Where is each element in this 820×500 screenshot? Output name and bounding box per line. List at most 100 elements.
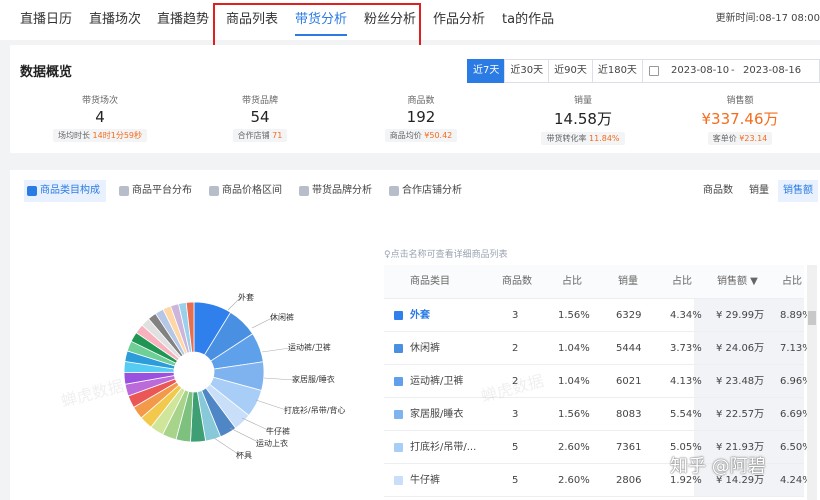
stat-sub: 带货转化率 11.84% <box>541 132 625 145</box>
subtab-label: 合作店铺分析 <box>402 185 462 196</box>
stat-sub-label: 带货转化率 <box>546 134 587 143</box>
source-credit: 知乎 @阿碧 <box>670 456 766 477</box>
tab-works-analysis[interactable]: 作品分析 <box>433 8 485 27</box>
category-swatch <box>394 377 403 386</box>
cell-sales: 6021 <box>616 376 642 387</box>
cell-count-pct: 2.60% <box>558 475 590 486</box>
col-category: 商品类目 <box>410 276 450 287</box>
category-name-link[interactable]: 休闲裤 <box>410 332 490 365</box>
overview-title: 数据概览 <box>20 65 73 80</box>
cell-count: 5 <box>512 475 519 486</box>
col-revenue-pct: 占比 <box>782 276 802 287</box>
subtab-label: 商品类目构成 <box>40 185 100 196</box>
category-name-link[interactable]: 运动裤/卫裤 <box>410 365 490 398</box>
stat-sub-label: 场均时长 <box>58 131 90 140</box>
col-sales[interactable]: 销量 <box>618 265 638 298</box>
cell-count-pct: 1.56% <box>558 310 590 321</box>
category-swatch <box>394 344 403 353</box>
cell-count-pct: 2.60% <box>558 442 590 453</box>
subtab-brand-analysis[interactable]: 带货品牌分析 <box>296 180 372 202</box>
table-scrollbar[interactable] <box>807 265 817 500</box>
table-row[interactable]: 家居服/睡衣 3 1.56% 8083 5.54% ¥ 22.57万 6.69% <box>384 398 812 431</box>
category-swatch <box>394 410 403 419</box>
tab-live-sessions[interactable]: 直播场次 <box>89 8 141 27</box>
subtab-platform-distribution[interactable]: 商品平台分布 <box>116 180 192 202</box>
stat-label: 销售额 <box>726 96 754 106</box>
table-row[interactable]: 外套 3 1.56% 6329 4.34% ¥ 29.99万 8.89% <box>384 299 812 332</box>
date-range-picker[interactable]: 2023-08-10 - 2023-08-16 <box>642 59 820 83</box>
stat-sub-label: 商品均价 <box>389 131 422 140</box>
subtab-shop-analysis[interactable]: 合作店铺分析 <box>386 180 462 202</box>
stat-label: 带货品牌 <box>241 96 278 106</box>
day-button-7[interactable]: 近7天 <box>467 59 506 83</box>
stat-value: 4 <box>95 108 105 126</box>
subtab-price-range[interactable]: 商品价格区间 <box>206 180 282 202</box>
stat-products: 商品数 192 商品均价 ¥50.42 <box>351 93 491 142</box>
cell-count: 5 <box>512 442 519 453</box>
stat-sub-label: 合作店铺 <box>237 131 270 140</box>
metric-product-count[interactable]: 商品数 <box>698 180 738 202</box>
money-bag-icon <box>209 186 219 196</box>
category-name-link[interactable]: 外套 <box>410 299 490 332</box>
tab-live-trend[interactable]: 直播趋势 <box>157 8 209 27</box>
cell-sales-pct: 3.73% <box>670 343 702 354</box>
pie-label[interactable]: 牛仔裤 <box>266 426 290 437</box>
stat-sessions: 带货场次 4 场均时长 14时1分59秒 <box>30 93 170 142</box>
pie-label[interactable]: 休闲裤 <box>270 312 294 323</box>
stat-label: 带货场次 <box>81 96 118 106</box>
store-icon <box>119 186 129 196</box>
cell-sales-pct: 4.13% <box>670 376 702 387</box>
overview-card: 数据概览 近7天 近30天 近90天 近180天 2023-08-10 - 20… <box>10 45 820 153</box>
table-row[interactable]: 休闲裤 2 1.04% 5444 3.73% ¥ 24.06万 7.13% <box>384 332 812 365</box>
pie-label[interactable]: 打底衫/吊带/背心 <box>284 405 345 416</box>
col-revenue-sort[interactable]: 销售额 ▼ <box>717 265 758 298</box>
category-swatch <box>394 443 403 452</box>
stat-value: 14.58万 <box>554 110 612 128</box>
stat-sub: 客单价 ¥23.14 <box>707 132 773 145</box>
cell-revenue: ¥ 23.48万 <box>716 376 765 387</box>
scroll-thumb[interactable] <box>808 311 816 325</box>
category-name-link[interactable]: 牛仔裤 <box>410 464 490 497</box>
pie-label[interactable]: 运动裤/卫裤 <box>288 342 331 353</box>
subtab-label: 商品平台分布 <box>132 185 192 196</box>
category-name-link[interactable]: 家居服/睡衣 <box>410 398 490 431</box>
pie-label[interactable]: 运动上衣 <box>256 438 288 449</box>
day-button-30[interactable]: 近30天 <box>504 59 550 83</box>
stat-sub-label: 客单价 <box>712 134 737 143</box>
day-button-180[interactable]: 近180天 <box>591 59 643 83</box>
tab-their-works[interactable]: ta的作品 <box>502 8 554 27</box>
stat-value: 192 <box>406 108 436 126</box>
cell-revenue: ¥ 22.57万 <box>716 409 765 420</box>
stat-sub-value: 14时1分59秒 <box>92 131 142 140</box>
metric-revenue[interactable]: 销售额 <box>778 180 818 202</box>
cell-sales-pct: 5.54% <box>670 409 702 420</box>
date-end: 2023-08-16 <box>743 65 802 76</box>
category-name-link[interactable]: 打底衫/吊带/... <box>410 431 490 464</box>
pie-label[interactable]: 家居服/睡衣 <box>292 374 335 385</box>
pie-label[interactable]: 杯具 <box>236 450 252 461</box>
cell-sales: 7361 <box>616 442 642 453</box>
cell-count: 2 <box>512 343 519 354</box>
day-button-90[interactable]: 近90天 <box>548 59 593 83</box>
table-hint: ♀点击名称可查看详细商品列表 <box>384 250 508 260</box>
date-separator: - <box>731 65 735 76</box>
stat-label: 商品数 <box>407 96 435 106</box>
stat-sub-value: 71 <box>272 131 283 140</box>
subtab-label: 带货品牌分析 <box>312 185 372 196</box>
cell-revenue: ¥ 24.06万 <box>716 343 765 354</box>
metric-sales-volume[interactable]: 销量 <box>744 180 774 202</box>
pie-label[interactable]: 外套 <box>238 292 254 303</box>
tab-live-calendar[interactable]: 直播日历 <box>20 8 72 27</box>
day-range-buttons: 近7天 近30天 近90天 近180天 <box>467 59 643 83</box>
stat-sub: 场均时长 14时1分59秒 <box>53 129 147 142</box>
shield-icon <box>299 186 309 196</box>
stat-sub: 合作店铺 71 <box>232 129 288 142</box>
cell-sales: 5444 <box>616 343 642 354</box>
stat-sub-value: ¥23.14 <box>739 134 768 143</box>
col-count[interactable]: 商品数 <box>502 265 532 298</box>
cell-revenue: ¥ 29.99万 <box>716 310 765 321</box>
cell-sales: 8083 <box>616 409 642 420</box>
table-row[interactable]: 运动裤/卫裤 2 1.04% 6021 4.13% ¥ 23.48万 6.96% <box>384 365 812 398</box>
subtab-category-composition[interactable]: 商品类目构成 <box>24 180 106 202</box>
calendar-icon <box>649 66 659 76</box>
